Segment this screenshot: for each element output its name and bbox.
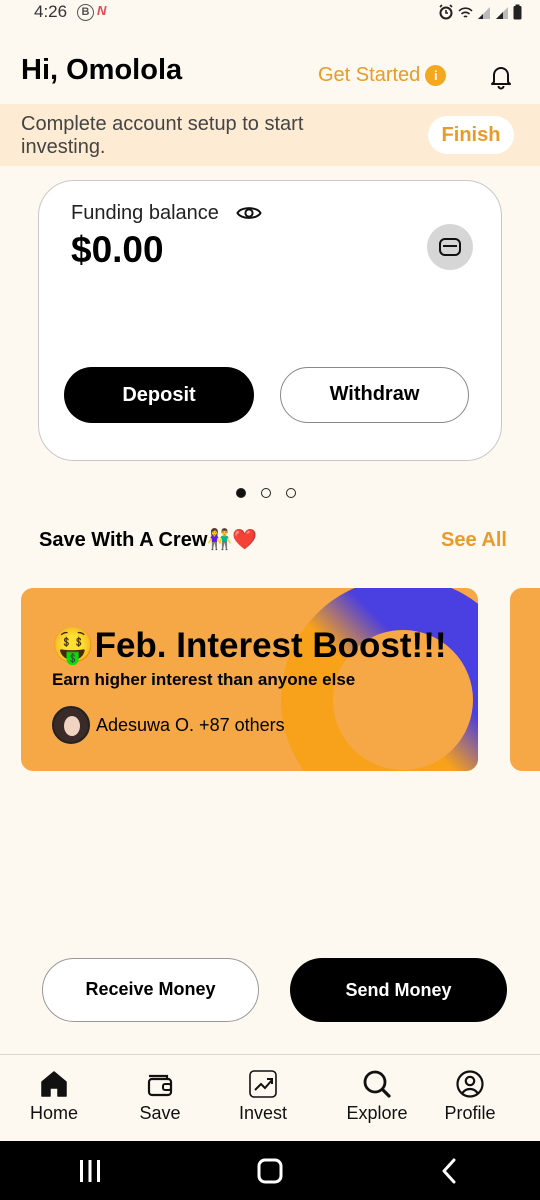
- home-screen: 4:26 B N Hi, Omolola Get Started i Compl…: [0, 0, 540, 1200]
- n-app-icon: N: [97, 3, 107, 18]
- carousel-dot[interactable]: [286, 488, 296, 498]
- status-bar: 4:26 B N: [0, 0, 540, 26]
- nav-label-home: Home: [29, 1103, 78, 1123]
- get-started-link[interactable]: Get Started i: [318, 64, 447, 87]
- search-icon: [363, 1070, 391, 1098]
- wallet-icon: [147, 1074, 173, 1097]
- nav-item-save[interactable]: Save: [115, 1069, 205, 1124]
- withdraw-button[interactable]: Withdraw: [280, 367, 469, 423]
- deposit-button[interactable]: Deposit: [64, 367, 254, 423]
- alarm-icon: [439, 4, 453, 20]
- recents-icon[interactable]: [79, 1159, 101, 1183]
- get-started-label: Get Started: [318, 64, 421, 86]
- funding-balance-card: Funding balance $0.00 Deposit Withdraw: [38, 180, 502, 461]
- carousel-dot[interactable]: [261, 488, 271, 498]
- bottom-navigation: Home Save Invest Explore Profile: [0, 1054, 540, 1141]
- card-toggle-icon[interactable]: [427, 224, 473, 270]
- greeting-title: Hi, Omolola: [21, 54, 183, 86]
- nav-item-profile[interactable]: Profile: [425, 1069, 515, 1124]
- battery-icon: [513, 4, 522, 20]
- promo-subtitle: Earn higher interest than anyone else: [52, 670, 356, 689]
- send-money-button[interactable]: Send Money: [290, 958, 507, 1022]
- signal-icon: [478, 7, 490, 19]
- setup-banner: Complete account setup to start investin…: [0, 104, 540, 166]
- nav-label-profile: Profile: [444, 1103, 496, 1123]
- carousel-indicator: [236, 488, 296, 498]
- system-navigation-bar: [0, 1141, 540, 1200]
- carousel-dot[interactable]: [236, 488, 246, 498]
- balance-amount: $0.00: [71, 229, 164, 270]
- nav-item-home[interactable]: Home: [9, 1069, 99, 1124]
- status-time: 4:26: [34, 2, 68, 21]
- chart-up-icon: [249, 1070, 277, 1098]
- nav-item-invest[interactable]: Invest: [218, 1069, 308, 1124]
- promo-title: 🤑Feb. Interest Boost!!!: [51, 626, 447, 665]
- see-all-link[interactable]: See All: [441, 529, 507, 552]
- balance-label: Funding balance: [71, 202, 219, 224]
- nav-label-save: Save: [139, 1103, 181, 1123]
- profile-icon: [456, 1070, 484, 1098]
- back-icon[interactable]: [441, 1158, 457, 1184]
- next-promo-card[interactable]: [510, 588, 540, 771]
- nav-label-invest: Invest: [238, 1103, 288, 1123]
- home-system-icon[interactable]: [257, 1158, 283, 1184]
- wifi-icon: [458, 7, 473, 18]
- receive-money-button[interactable]: Receive Money: [42, 958, 259, 1022]
- finish-button[interactable]: Finish: [428, 116, 514, 154]
- b-app-icon: B: [77, 4, 94, 21]
- promo-card[interactable]: 🤑Feb. Interest Boost!!! Earn higher inte…: [21, 588, 478, 771]
- crew-section-title: Save With A Crew👫❤️: [39, 529, 258, 551]
- system-icons: [438, 4, 522, 20]
- notification-bell-icon[interactable]: [487, 63, 515, 91]
- promo-members: Adesuwa O. +87 others: [96, 715, 285, 735]
- setup-banner-text: Complete account setup to start investin…: [21, 113, 304, 158]
- home-icon: [41, 1071, 67, 1097]
- nav-label-explore: Explore: [346, 1103, 408, 1123]
- avatar: [52, 706, 90, 744]
- eye-icon[interactable]: [236, 203, 262, 223]
- signal-icon-2: [496, 7, 508, 19]
- nav-item-explore[interactable]: Explore: [332, 1069, 422, 1124]
- info-icon: i: [425, 65, 447, 86]
